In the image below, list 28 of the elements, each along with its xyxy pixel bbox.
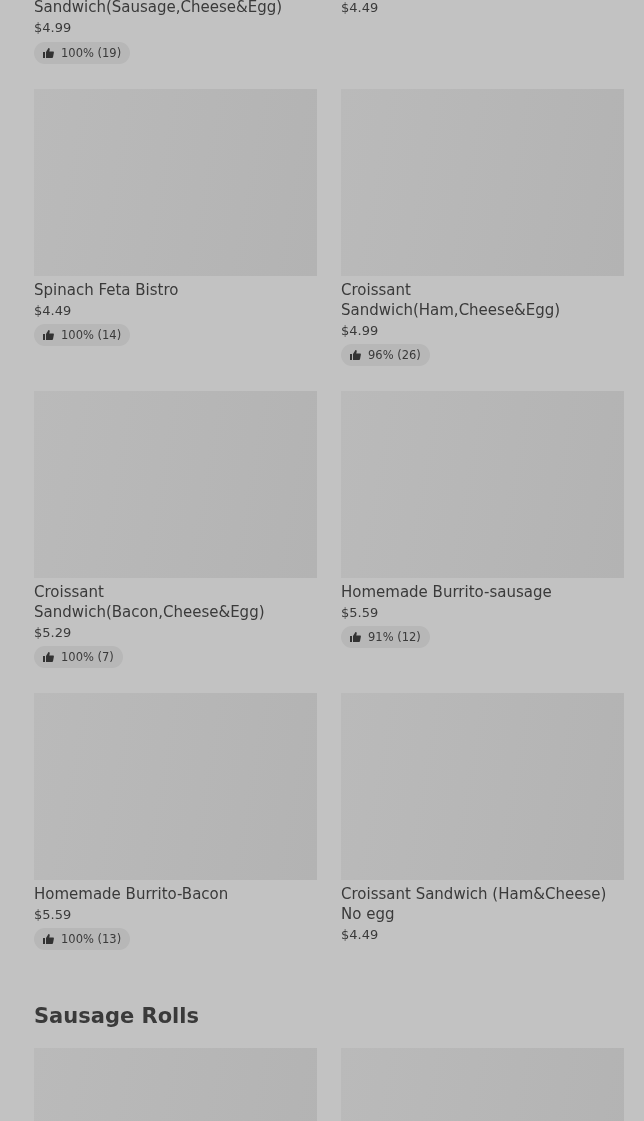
thumbs-up-icon xyxy=(349,631,361,643)
rating-badge: 100% (7) xyxy=(34,646,123,668)
rating-badge: 96% (26) xyxy=(341,344,430,366)
rating-badge: 100% (13) xyxy=(34,928,131,950)
rating-badge: 91% (12) xyxy=(341,626,430,648)
item-price: $4.49 xyxy=(341,926,379,944)
item-name[interactable]: Sandwich(Sausage,Cheese&Egg) xyxy=(34,0,283,17)
item-price: $4.49 xyxy=(341,0,379,17)
rating-badge: 100% (19) xyxy=(34,42,131,64)
thumbs-up-icon xyxy=(42,651,54,663)
item-price: $4.49 xyxy=(34,302,72,320)
thumbs-up-icon xyxy=(42,47,54,59)
item-name[interactable]: Spinach Feta Bistro xyxy=(34,280,179,300)
section-heading: Sausage Rolls xyxy=(34,1003,200,1030)
item-price: $5.59 xyxy=(34,906,72,924)
item-name[interactable]: Croissant Sandwich (Ham&Cheese) No egg xyxy=(341,884,624,924)
thumbs-up-icon xyxy=(42,933,54,945)
thumbs-up-icon xyxy=(42,329,54,341)
item-price: $4.99 xyxy=(34,19,72,37)
item-name[interactable]: Croissant Sandwich(Ham,Cheese&Egg) xyxy=(341,280,624,320)
item-price: $5.29 xyxy=(34,624,72,642)
thumbs-up-icon xyxy=(349,349,361,361)
item-price: $4.99 xyxy=(341,322,379,340)
rating-badge: 100% (14) xyxy=(34,324,131,346)
item-price: $5.59 xyxy=(341,604,379,622)
item-name[interactable]: Croissant Sandwich(Bacon,Cheese&Egg) xyxy=(34,582,317,622)
item-name[interactable]: Homemade Burrito-sausage xyxy=(341,582,552,602)
item-name[interactable]: Homemade Burrito-Bacon xyxy=(34,884,229,904)
